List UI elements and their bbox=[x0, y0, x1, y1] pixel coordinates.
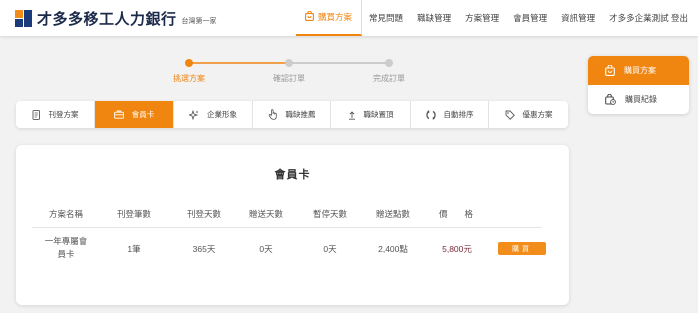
nav-plan-management[interactable]: 方案管理 bbox=[458, 0, 506, 36]
tab-auto-sort[interactable]: 自動排序 bbox=[411, 101, 489, 128]
step-connector bbox=[289, 62, 389, 64]
tab-label: 企業形象 bbox=[207, 110, 237, 119]
hand-pointer-icon bbox=[268, 109, 278, 120]
pause-days-cell: 0天 bbox=[323, 244, 337, 254]
column-header: 刊登天數 bbox=[186, 209, 222, 219]
tag-icon bbox=[505, 110, 515, 120]
briefcase-icon bbox=[113, 110, 124, 119]
listing-count-cell: 1筆 bbox=[127, 244, 141, 254]
listing-days-cell: 365天 bbox=[192, 244, 216, 254]
step-connector bbox=[189, 62, 289, 64]
step-label-complete: 完成訂單 bbox=[373, 74, 405, 83]
logo-text: 才多多移工人力銀行 bbox=[37, 11, 177, 28]
tab-listing-plan[interactable]: 刊登方案 bbox=[16, 101, 95, 128]
tab-label: 刊登方案 bbox=[48, 110, 79, 119]
step-dot-complete bbox=[385, 59, 393, 67]
buy-button[interactable]: 購買 bbox=[498, 242, 546, 255]
bonus-days-cell: 0天 bbox=[259, 244, 273, 254]
nav-user-logout[interactable]: 才多多企業測試 登出 bbox=[602, 0, 690, 36]
side-item-label: 購買方案 bbox=[624, 66, 656, 75]
arrow-up-icon bbox=[348, 110, 356, 120]
plan-name-cell: 一年專屬會員卡 bbox=[44, 236, 88, 259]
step-dot-select bbox=[185, 59, 193, 67]
document-icon bbox=[32, 109, 41, 120]
card-title: 會員卡 bbox=[274, 169, 311, 181]
tab-company-image[interactable]: 企業形象 bbox=[174, 101, 253, 128]
nav-buy-plan[interactable]: 購買方案 bbox=[296, 0, 363, 36]
side-item-purchase-history[interactable]: 購買紀錄 bbox=[588, 85, 689, 114]
member-card-panel: 會員卡 方案名稱 刊登筆數 刊登天數 贈送天數 暫停天數 贈送點數 價 格 一年… bbox=[16, 145, 569, 305]
bag-clock-icon bbox=[605, 94, 616, 105]
tab-job-top[interactable]: 職缺置頂 bbox=[331, 101, 411, 128]
tab-label: 會員卡 bbox=[131, 110, 155, 119]
nav-faq[interactable]: 常見問題 bbox=[362, 0, 410, 36]
sparkle-icon bbox=[189, 109, 199, 120]
step-label-confirm: 確認訂單 bbox=[273, 74, 305, 83]
tab-label: 職缺推薦 bbox=[285, 110, 316, 119]
nav-label: 購買方案 bbox=[318, 12, 353, 22]
price-cell: 5,800元 bbox=[442, 244, 472, 254]
tab-job-recommend[interactable]: 職缺推薦 bbox=[253, 101, 331, 128]
tab-label: 職缺置頂 bbox=[363, 110, 394, 119]
tab-member-card[interactable]: 會員卡 bbox=[95, 101, 174, 128]
plan-tabs: 刊登方案 會員卡 企業形象 職缺推薦 職缺置頂 自動排序 優惠方案 bbox=[16, 101, 568, 128]
shopping-bag-icon bbox=[305, 10, 314, 23]
step-label-select: 挑選方案 bbox=[173, 74, 205, 83]
side-menu: 購買方案 購買紀錄 bbox=[588, 56, 689, 114]
column-header: 贈送天數 bbox=[248, 209, 284, 219]
shopping-bag-icon bbox=[605, 65, 615, 76]
logo[interactable]: 才多多移工人力銀行 台灣第一家 bbox=[15, 8, 217, 29]
tab-label: 自動排序 bbox=[443, 110, 474, 119]
refresh-icon bbox=[425, 109, 436, 120]
nav-member-management[interactable]: 會員管理 bbox=[506, 0, 554, 36]
column-header: 方案名稱 bbox=[48, 209, 84, 219]
order-stepper: 挑選方案 確認訂單 完成訂單 bbox=[140, 56, 440, 86]
step-dot-confirm bbox=[285, 59, 293, 67]
top-nav: 購買方案 常見問題 職缺管理 方案管理 會員管理 資訊管理 才多多企業測試 登出 bbox=[296, 0, 690, 36]
column-header: 價 格 bbox=[438, 209, 474, 219]
nav-info-management[interactable]: 資訊管理 bbox=[554, 0, 602, 36]
header-divider bbox=[32, 227, 542, 228]
side-item-buy-plan[interactable]: 購買方案 bbox=[588, 56, 689, 85]
bonus-points-cell: 2,400點 bbox=[378, 244, 408, 254]
column-header: 贈送點數 bbox=[375, 209, 411, 219]
logo-subtitle: 台灣第一家 bbox=[181, 18, 217, 25]
tab-discount-plan[interactable]: 優惠方案 bbox=[489, 101, 568, 128]
nav-job-management[interactable]: 職缺管理 bbox=[410, 0, 458, 36]
column-header: 暫停天數 bbox=[312, 209, 348, 219]
side-item-label: 購買紀錄 bbox=[625, 95, 657, 104]
tab-label: 優惠方案 bbox=[522, 110, 553, 119]
column-header: 刊登筆數 bbox=[116, 209, 152, 219]
top-header: 才多多移工人力銀行 台灣第一家 購買方案 常見問題 職缺管理 方案管理 會員管理… bbox=[0, 0, 698, 36]
logo-mark-icon bbox=[15, 9, 33, 28]
